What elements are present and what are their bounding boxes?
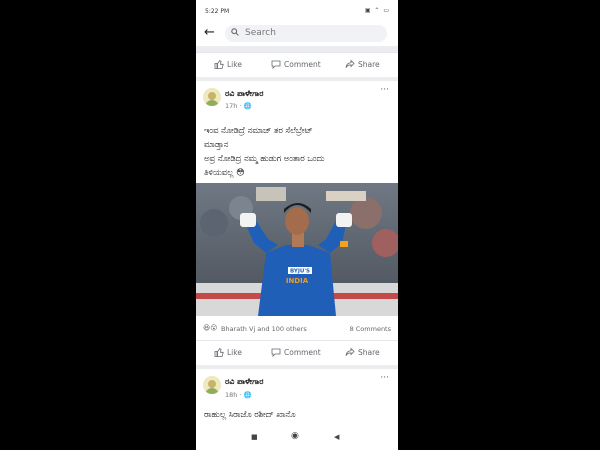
comment-label: Comment	[284, 59, 321, 69]
post-author[interactable]: ರವಿ ಪಾಳೇಗಾರ	[225, 89, 263, 99]
status-bar: 5:22 PM ▣ ⌃ ▭	[196, 0, 398, 22]
jersey-brand: BYJU'S	[290, 269, 310, 275]
post-action-bar: Like Comment Share	[196, 340, 398, 365]
comment-button[interactable]: Comment	[271, 59, 321, 69]
post-meta: 17h · 🌐	[225, 102, 252, 110]
android-nav-bar: ■ ◉ ◀	[196, 426, 398, 450]
more-options-icon[interactable]: ···	[380, 85, 389, 95]
search-placeholder: Search	[245, 28, 276, 38]
more-options-icon[interactable]: ···	[380, 373, 389, 383]
jersey-team: INDIA	[286, 277, 309, 285]
comment-button[interactable]: Comment	[271, 347, 321, 357]
search-icon	[231, 28, 239, 36]
like-label: Like	[227, 59, 242, 69]
thumbs-up-icon	[214, 59, 224, 69]
thumbs-up-icon	[214, 347, 224, 357]
avatar[interactable]	[203, 376, 221, 394]
like-button[interactable]: Like	[214, 347, 242, 357]
reaction-summary[interactable]: Bharath Vj and 100 others	[221, 325, 307, 333]
search-input[interactable]: Search	[225, 25, 387, 42]
comment-label: Comment	[284, 347, 321, 357]
post-card: ರವಿ ಪಾಳೇಗಾರ 18h · 🌐 ··· ರಾಹುಲ್ಲ ಸಿರಾಜೊ ರ…	[196, 369, 398, 426]
share-button[interactable]: Share	[345, 59, 380, 69]
like-label: Like	[227, 347, 242, 357]
post-photo[interactable]: BYJU'S INDIA	[196, 183, 398, 316]
post-text-line: ಮಾಡ್ತಾನ	[204, 139, 229, 149]
reactions-row: 😆😮 Bharath Vj and 100 others 8 Comments	[196, 318, 398, 338]
back-icon[interactable]: ◀	[334, 433, 339, 441]
avatar-image	[203, 88, 221, 106]
share-label: Share	[358, 347, 380, 357]
share-label: Share	[358, 59, 380, 69]
share-icon	[345, 347, 355, 356]
search-header: ← Search	[196, 22, 398, 46]
previous-post-action-bar: Like Comment Share	[196, 52, 398, 77]
post-author[interactable]: ರವಿ ಪಾಳೇಗಾರ	[225, 377, 263, 387]
recent-apps-icon[interactable]: ■	[251, 433, 258, 441]
comment-icon	[271, 348, 281, 357]
reaction-emoji-icon: 😆😮	[203, 324, 218, 332]
post-text-line: ತಿಳಿಯವಲ್ಲ 😳	[204, 167, 245, 177]
avatar-image	[203, 376, 221, 394]
like-button[interactable]: Like	[214, 59, 242, 69]
post-time: 17h ·	[225, 102, 244, 110]
post-time: 18h ·	[225, 391, 244, 399]
post-meta: 18h · 🌐	[225, 391, 252, 399]
share-icon	[345, 59, 355, 68]
globe-icon: 🌐	[243, 102, 252, 110]
comment-icon	[271, 60, 281, 69]
post-text: ಇಂವ ನೋಡಿದ್ರೆ ನಮಾಜ್ ತರ ಸೆಲೆಬ್ರೇಟ್ ಮಾಡ್ತಾನ…	[204, 123, 392, 179]
share-button[interactable]: Share	[345, 347, 380, 357]
globe-icon: 🌐	[243, 391, 252, 399]
home-icon[interactable]: ◉	[291, 431, 299, 441]
status-icons: ▣ ⌃ ▭	[364, 7, 390, 14]
status-time: 5:22 PM	[205, 8, 230, 15]
back-arrow-icon[interactable]: ←	[204, 25, 215, 40]
comment-count[interactable]: 8 Comments	[350, 325, 391, 333]
post-text: ರಾಹುಲ್ಲ ಸಿರಾಜೊ ರಶೀದ್ ಖಾನೊ	[204, 409, 296, 419]
phone-screen: 5:22 PM ▣ ⌃ ▭ ← Search Like Comment Shar…	[196, 0, 398, 450]
post-text-line: ಇಂವ ನೋಡಿದ್ರೆ ನಮಾಜ್ ತರ ಸೆಲೆಬ್ರೇಟ್	[204, 125, 313, 135]
post-text-line: ಅವ್ರ ನೋಡಿದ್ರ ನಮ್ಮ ಹುಡುಗ ಅಂತಾರ ಒಂದು	[204, 153, 325, 163]
avatar[interactable]	[203, 88, 221, 106]
cricketer-photo: BYJU'S INDIA	[196, 183, 398, 316]
